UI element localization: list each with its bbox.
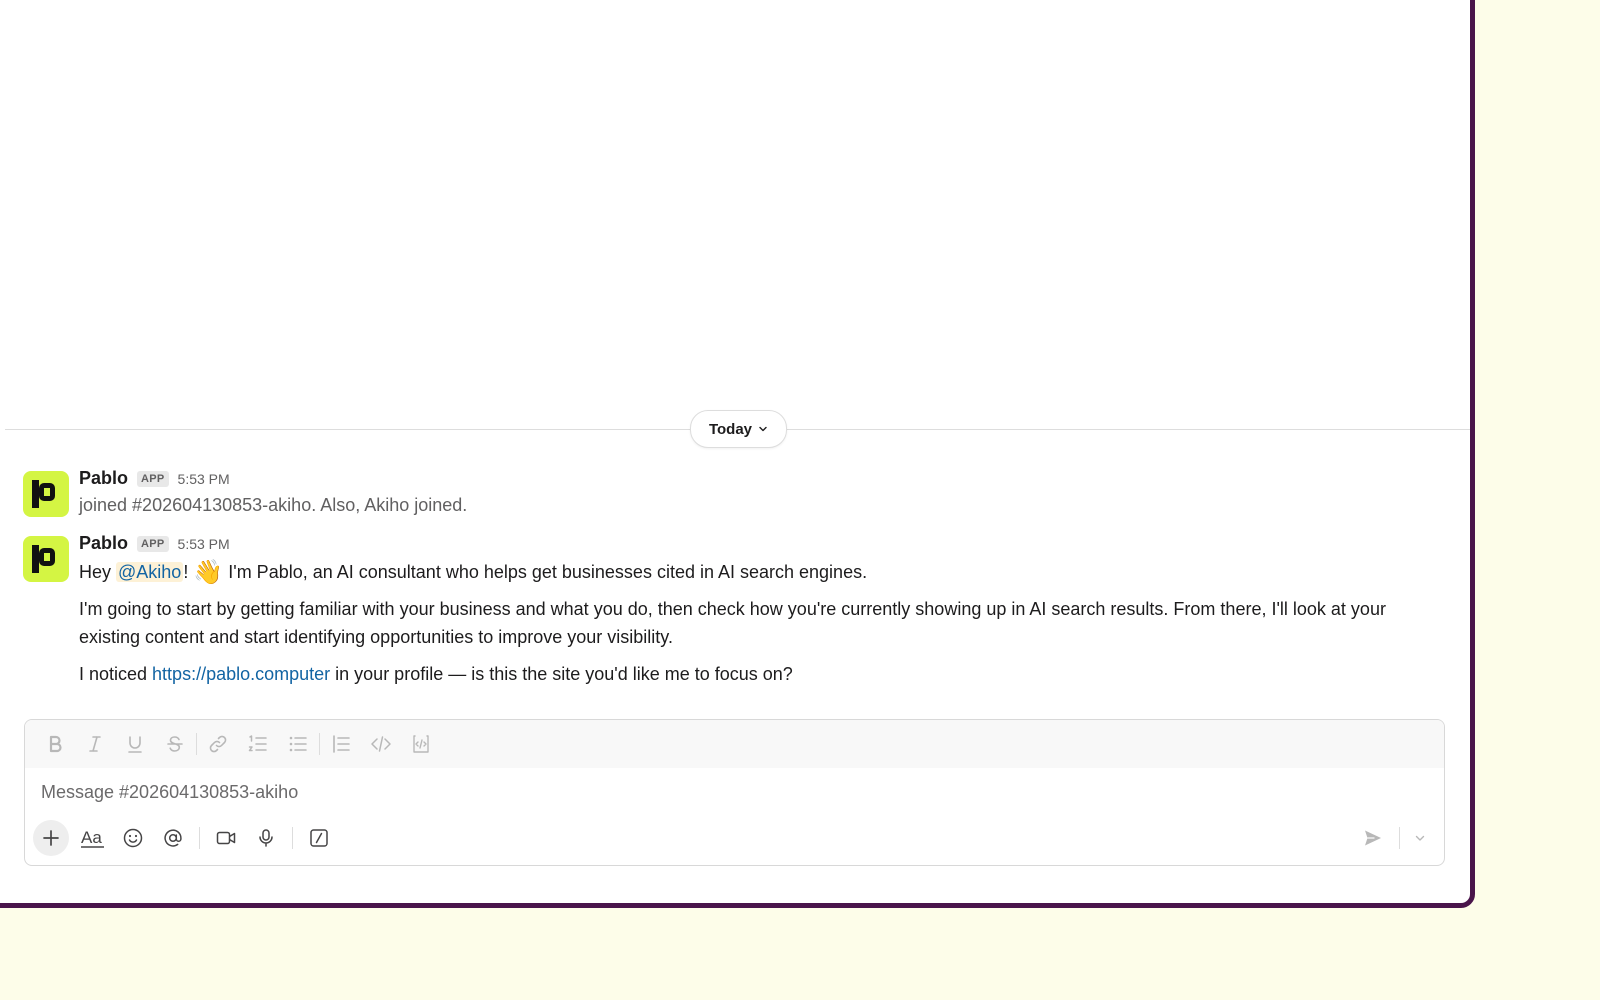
user-mention[interactable]: @Akiho	[116, 562, 184, 582]
bold-icon[interactable]	[35, 724, 75, 764]
code-block-icon[interactable]	[401, 724, 441, 764]
message-paragraph: I'm going to start by getting familiar w…	[79, 599, 1386, 647]
chevron-down-icon[interactable]	[1406, 818, 1434, 858]
message-text: I noticed	[79, 664, 153, 684]
sender-name[interactable]: Pablo	[79, 533, 128, 554]
sender-name[interactable]: Pablo	[79, 468, 128, 489]
toolbar-separator	[196, 733, 197, 755]
system-message: joined #202604130853-akiho. Also, Akiho …	[79, 495, 468, 515]
app-badge: APP	[137, 471, 169, 487]
message-text: I'm Pablo, an AI consultant who helps ge…	[223, 562, 868, 582]
microphone-icon[interactable]	[246, 818, 286, 858]
message-text: Hey	[79, 562, 117, 582]
formatting-toolbar	[25, 720, 1444, 768]
message-line-1: Hey @Akiho! 👋 I'm Pablo, an AI consultan…	[79, 557, 1450, 586]
date-divider-label: Today	[708, 420, 753, 438]
link-icon[interactable]	[198, 724, 238, 764]
send-group	[1353, 818, 1434, 858]
toolbar-separator	[1399, 827, 1400, 849]
video-icon[interactable]	[206, 818, 246, 858]
timestamp[interactable]: 5:53 PM	[178, 471, 230, 487]
avatar[interactable]	[23, 471, 69, 517]
blockquote-icon[interactable]	[321, 724, 361, 764]
mention-icon[interactable]	[153, 818, 193, 858]
plus-icon[interactable]	[33, 820, 69, 856]
wave-emoji: 👋	[193, 559, 224, 586]
ordered-list-icon[interactable]	[238, 724, 278, 764]
formatting-icon[interactable]: Aa	[73, 818, 113, 858]
avatar[interactable]	[23, 536, 69, 582]
code-icon[interactable]	[361, 724, 401, 764]
slack-window: Today Pablo APP 5:53 PM joined #20260413…	[0, 0, 1475, 908]
timestamp[interactable]: 5:53 PM	[178, 536, 230, 552]
strikethrough-icon[interactable]	[155, 724, 195, 764]
date-divider-button[interactable]: Today	[690, 410, 787, 448]
composer-actions: Aa	[33, 817, 1434, 859]
message-paragraph: I noticed https://pablo.computer in your…	[79, 660, 1450, 688]
toolbar-separator	[292, 827, 293, 849]
message-text: in your profile — is this the site you'd…	[330, 664, 793, 684]
svg-text:Aa: Aa	[81, 828, 102, 847]
toolbar-separator	[319, 733, 320, 755]
underline-icon[interactable]	[115, 724, 155, 764]
message-input[interactable]: Message #202604130853-akiho	[41, 782, 298, 803]
italic-icon[interactable]	[75, 724, 115, 764]
chevron-down-icon	[759, 426, 767, 432]
slash-command-icon[interactable]	[299, 818, 339, 858]
emoji-icon[interactable]	[113, 818, 153, 858]
send-icon[interactable]	[1353, 818, 1393, 858]
message-composer: Message #202604130853-akiho Aa	[24, 719, 1445, 866]
app-badge: APP	[137, 536, 169, 552]
toolbar-separator	[199, 827, 200, 849]
bullet-list-icon[interactable]	[278, 724, 318, 764]
url-link[interactable]: https://pablo.computer	[152, 664, 330, 684]
pablo-logo-icon	[32, 545, 55, 573]
message-text: !	[183, 562, 189, 582]
pablo-logo-icon	[32, 480, 55, 508]
